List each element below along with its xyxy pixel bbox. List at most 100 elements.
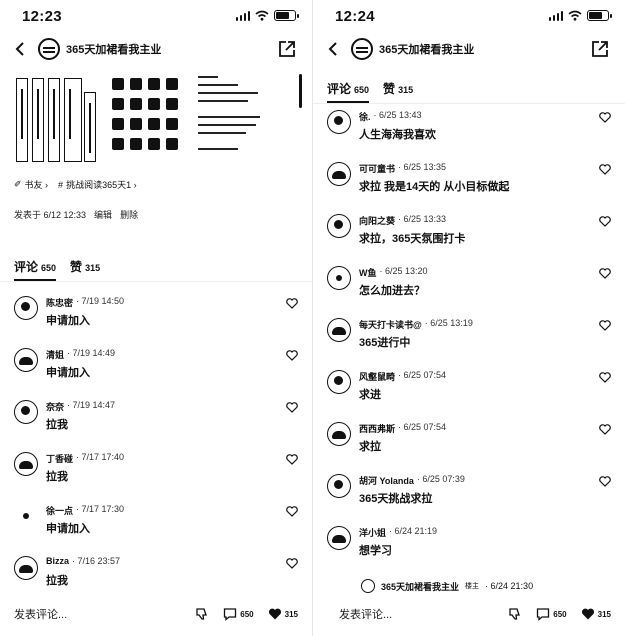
avatar[interactable] bbox=[14, 556, 38, 580]
comment-author[interactable]: 西西弗斯 bbox=[359, 422, 395, 435]
list-item[interactable]: Bizza · 7/16 23:57 拉我 bbox=[14, 556, 298, 606]
dislike-button[interactable] bbox=[195, 607, 209, 621]
avatar[interactable] bbox=[327, 266, 351, 290]
comment-input[interactable]: 发表评论... bbox=[14, 606, 195, 622]
back-button[interactable] bbox=[6, 35, 34, 63]
comment-author[interactable]: 陈忠密 bbox=[46, 296, 73, 309]
avatar[interactable] bbox=[327, 474, 351, 498]
comment-time: · 6/25 07:39 bbox=[416, 474, 465, 484]
tab-comments[interactable]: 评论 650 bbox=[14, 258, 57, 281]
list-item[interactable]: 可可童书 · 6/25 13:35 求拉 我是14天的 从小目标做起 bbox=[327, 162, 611, 212]
heart-icon[interactable] bbox=[599, 320, 611, 331]
avatar[interactable] bbox=[14, 452, 38, 476]
share-icon[interactable] bbox=[278, 40, 296, 58]
heart-icon[interactable] bbox=[599, 112, 611, 123]
comment-text: 求拉，365天氛围打卡 bbox=[359, 233, 466, 245]
heart-icon[interactable] bbox=[286, 558, 298, 569]
comment-text: 申请加入 bbox=[46, 315, 90, 327]
tag-challenge[interactable]: # 挑战阅读365天1 › bbox=[58, 178, 137, 191]
like-button[interactable]: 315 bbox=[268, 607, 298, 621]
group-avatar[interactable] bbox=[38, 38, 60, 60]
battery-icon bbox=[587, 10, 612, 21]
heart-icon[interactable] bbox=[599, 424, 611, 435]
heart-icon[interactable] bbox=[599, 476, 611, 487]
avatar[interactable] bbox=[327, 110, 351, 134]
avatar[interactable] bbox=[14, 296, 38, 320]
list-item[interactable]: 风壑鼠畸 · 6/25 07:54 求进 bbox=[327, 370, 611, 420]
tab-likes[interactable]: 赞 315 bbox=[383, 80, 413, 103]
comment-author[interactable]: 可可童书 bbox=[359, 162, 395, 175]
comment-author[interactable]: Bizza bbox=[46, 556, 69, 566]
post-image-grid[interactable] bbox=[108, 72, 188, 162]
list-item[interactable]: W鱼 · 6/25 13:20 怎么加进去？ bbox=[327, 266, 611, 316]
avatar[interactable] bbox=[327, 318, 351, 342]
heart-icon[interactable] bbox=[286, 454, 298, 465]
avatar[interactable] bbox=[14, 400, 38, 424]
delete-link[interactable]: 删除 bbox=[120, 208, 138, 221]
pen-icon: ✐ bbox=[14, 179, 22, 189]
avatar[interactable] bbox=[361, 579, 375, 593]
edit-link[interactable]: 编辑 bbox=[94, 208, 112, 221]
post-image-books[interactable] bbox=[14, 72, 102, 162]
avatar[interactable] bbox=[327, 422, 351, 446]
comment-author[interactable]: 清姐 bbox=[46, 348, 64, 361]
comment-author[interactable]: 胡河 Yolanda bbox=[359, 474, 414, 487]
dislike-button[interactable] bbox=[508, 607, 522, 621]
comment-author[interactable]: 每天打卡读书@ bbox=[359, 318, 422, 331]
comment-input[interactable]: 发表评论... bbox=[339, 606, 508, 622]
post-image-text[interactable] bbox=[194, 72, 266, 162]
tag-book-friend[interactable]: ✐ 书友 › bbox=[14, 178, 48, 191]
heart-icon[interactable] bbox=[599, 372, 611, 383]
post-tags: ✐ 书友 › # 挑战阅读365天1 › bbox=[14, 178, 137, 191]
heart-icon[interactable] bbox=[286, 350, 298, 361]
heart-icon[interactable] bbox=[286, 506, 298, 517]
share-icon[interactable] bbox=[591, 40, 609, 58]
list-item[interactable]: 每天打卡读书@ · 6/25 13:19 365进行中 bbox=[327, 318, 611, 368]
list-item[interactable]: 西西弗斯 · 6/25 07:54 求拉 bbox=[327, 422, 611, 472]
avatar[interactable] bbox=[14, 348, 38, 372]
reply-author[interactable]: 365天加裙看我主业 bbox=[381, 580, 459, 593]
tab-likes[interactable]: 赞 315 bbox=[70, 258, 100, 281]
comment-time: · 7/17 17:40 bbox=[76, 452, 125, 462]
heart-icon[interactable] bbox=[599, 216, 611, 227]
group-avatar[interactable] bbox=[351, 38, 373, 60]
comment-author[interactable]: 徐一点 bbox=[46, 504, 73, 517]
comment-author[interactable]: 向阳之葵 bbox=[359, 214, 395, 227]
heart-icon[interactable] bbox=[599, 164, 611, 175]
wifi-icon bbox=[255, 10, 269, 21]
list-item[interactable]: 向阳之葵 · 6/25 13:33 求拉，365天氛围打卡 bbox=[327, 214, 611, 264]
comments-button[interactable]: 650 bbox=[223, 607, 254, 621]
comment-text: 申请加入 bbox=[46, 523, 90, 535]
heart-icon[interactable] bbox=[286, 298, 298, 309]
comments-button[interactable]: 650 bbox=[536, 607, 567, 621]
avatar[interactable] bbox=[327, 162, 351, 186]
list-item[interactable]: 徐一点 · 7/17 17:30 申请加入 bbox=[14, 504, 298, 554]
like-button[interactable]: 315 bbox=[581, 607, 611, 621]
heart-icon[interactable] bbox=[599, 268, 611, 279]
avatar[interactable] bbox=[327, 526, 351, 550]
avatar[interactable] bbox=[327, 214, 351, 238]
avatar[interactable] bbox=[327, 370, 351, 394]
comment-author[interactable]: 奈奈 bbox=[46, 400, 64, 413]
list-item[interactable]: 徐. · 6/25 13:43 人生海海我喜欢 bbox=[327, 110, 611, 160]
comment-author[interactable]: 洋小姐 bbox=[359, 526, 386, 539]
list-item[interactable]: 清姐 · 7/19 14:49 申请加入 bbox=[14, 348, 298, 398]
group-title[interactable]: 365天加裙看我主业 bbox=[66, 41, 161, 57]
list-item[interactable]: 陈忠密 · 7/19 14:50 申请加入 bbox=[14, 296, 298, 346]
tab-comments[interactable]: 评论 650 bbox=[327, 80, 370, 103]
author-reply[interactable]: 365天加裙看我主业 楼主 · 6/24 21:30 bbox=[361, 578, 611, 594]
post-image-strip[interactable] bbox=[14, 72, 266, 162]
list-item[interactable]: 洋小姐 · 6/24 21:19 想学习 bbox=[327, 526, 611, 576]
back-button[interactable] bbox=[319, 35, 347, 63]
list-item[interactable]: 奈奈 · 7/19 14:47 拉我 bbox=[14, 400, 298, 450]
list-item[interactable]: 胡河 Yolanda · 6/25 07:39 365天挑战求拉 bbox=[327, 474, 611, 524]
comment-author[interactable]: 风壑鼠畸 bbox=[359, 370, 395, 383]
heart-icon[interactable] bbox=[286, 402, 298, 413]
comment-author[interactable]: W鱼 bbox=[359, 266, 377, 279]
group-title[interactable]: 365天加裙看我主业 bbox=[379, 41, 474, 57]
comment-author[interactable]: 丁香碰 bbox=[46, 452, 73, 465]
list-item[interactable]: 丁香碰 · 7/17 17:40 拉我 bbox=[14, 452, 298, 502]
status-bar: 12:23 bbox=[0, 0, 312, 32]
comment-author[interactable]: 徐. bbox=[359, 110, 371, 123]
avatar[interactable] bbox=[14, 504, 38, 528]
